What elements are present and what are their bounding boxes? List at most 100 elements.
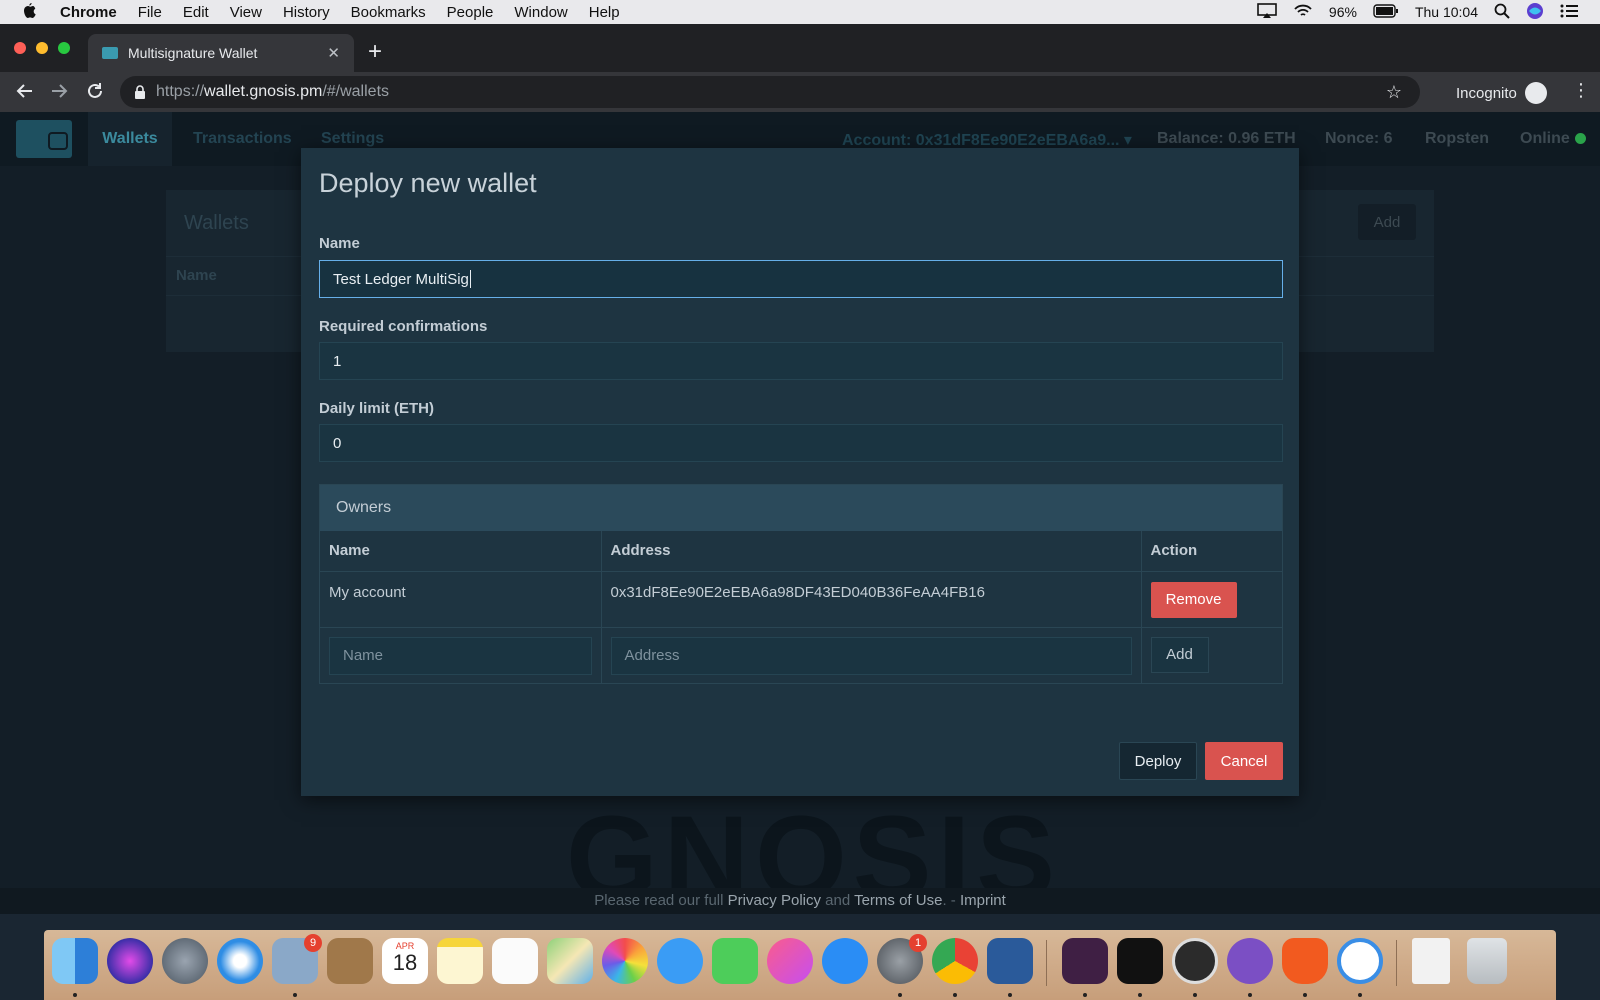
back-arrow-icon[interactable] — [16, 82, 34, 104]
launchpad-rocket-icon[interactable] — [162, 938, 208, 984]
menu-bookmarks[interactable]: Bookmarks — [351, 4, 426, 21]
url-scheme: https:// — [156, 83, 205, 100]
browser-tab-active[interactable]: Multisignature Wallet ✕ — [88, 34, 354, 72]
new-owner-address-input[interactable]: Address — [610, 636, 1132, 675]
system-preferences-gear-icon[interactable]: 1 — [877, 934, 927, 984]
photos-icon[interactable] — [602, 938, 648, 984]
messages-icon[interactable] — [657, 938, 703, 984]
brave-lion-icon[interactable] — [1282, 938, 1328, 984]
wallet-name-input[interactable]: Test Ledger MultiSig — [319, 260, 1283, 298]
add-owner-button[interactable]: Add — [1150, 636, 1209, 673]
github-desktop-icon[interactable] — [1227, 938, 1273, 984]
deploy-button[interactable]: Deploy — [1119, 742, 1197, 780]
menu-edit[interactable]: Edit — [183, 4, 209, 21]
mail-icon[interactable]: 9 — [272, 934, 322, 984]
url-path: /#/wallets — [322, 83, 390, 100]
contacts-icon[interactable] — [327, 938, 373, 984]
nav-settings[interactable]: Settings — [321, 130, 384, 148]
footer-prefix: Please read our full — [594, 892, 728, 909]
address-bar[interactable]: https://wallet.gnosis.pm/#/wallets ☆ — [120, 76, 1420, 108]
text-caret — [469, 270, 471, 288]
battery-icon[interactable] — [1373, 3, 1399, 21]
chrome-icon[interactable] — [932, 938, 978, 984]
online-status-label: Online — [1520, 130, 1570, 147]
siri-dock-icon[interactable] — [107, 938, 153, 984]
nav-transactions[interactable]: Transactions — [193, 130, 292, 148]
new-owner-row: Name Address Add — [320, 627, 1282, 683]
trash-icon[interactable] — [1467, 938, 1507, 984]
required-confirmations-input[interactable]: 1 — [319, 342, 1283, 380]
menu-help[interactable]: Help — [589, 4, 620, 21]
safari-compass-icon[interactable] — [217, 938, 263, 984]
spotlight-search-icon[interactable] — [1494, 3, 1510, 22]
add-wallet-button[interactable]: Add — [1358, 204, 1416, 240]
facetime-icon[interactable] — [712, 938, 758, 984]
calendar-icon[interactable]: APR 18 — [382, 938, 428, 984]
sync-app-icon[interactable] — [1337, 938, 1383, 984]
macos-dock: 9 APR 18 1 — [44, 930, 1556, 1000]
siri-icon[interactable] — [1526, 2, 1544, 23]
lock-icon[interactable] — [134, 85, 146, 99]
remove-owner-button[interactable]: Remove — [1150, 581, 1237, 618]
app-store-icon[interactable] — [822, 938, 868, 984]
url-host: wallet.gnosis.pm — [204, 83, 323, 100]
new-owner-name-input[interactable]: Name — [329, 636, 592, 675]
name-label: Name — [319, 235, 360, 252]
macos-menubar: Chrome File Edit View History Bookmarks … — [0, 0, 1600, 24]
maps-icon[interactable] — [547, 938, 593, 984]
nav-wallets[interactable]: Wallets — [88, 112, 172, 166]
wallet-logo-icon[interactable] — [16, 120, 72, 158]
prefs-badge: 1 — [909, 934, 927, 952]
network-display: Ropsten — [1425, 130, 1489, 147]
notes-icon[interactable] — [437, 938, 483, 984]
terminal-icon[interactable] — [1117, 938, 1163, 984]
cancel-button[interactable]: Cancel — [1205, 742, 1283, 780]
bookmark-star-icon[interactable]: ☆ — [1386, 82, 1402, 103]
menu-view[interactable]: View — [230, 4, 262, 21]
terms-of-use-link[interactable]: Terms of Use — [854, 892, 942, 909]
menu-file[interactable]: File — [138, 4, 162, 21]
running-indicator — [953, 993, 957, 997]
itunes-music-icon[interactable] — [767, 938, 813, 984]
vscode-icon[interactable] — [987, 938, 1033, 984]
wifi-icon[interactable] — [1293, 3, 1313, 22]
privacy-policy-link[interactable]: Privacy Policy — [728, 892, 821, 909]
nonce-display: Nonce: 6 — [1325, 130, 1393, 147]
browser-toolbar: https://wallet.gnosis.pm/#/wallets ☆ Inc… — [0, 72, 1600, 112]
dock-separator — [1396, 940, 1397, 986]
document-stack-icon[interactable] — [1412, 938, 1450, 984]
menu-app-chrome[interactable]: Chrome — [60, 4, 117, 21]
daily-limit-label: Daily limit (ETH) — [319, 400, 435, 417]
incognito-label: Incognito — [1456, 84, 1517, 102]
reload-icon[interactable] — [86, 82, 104, 104]
menu-window[interactable]: Window — [514, 4, 567, 21]
wire-app-icon[interactable] — [1172, 938, 1218, 984]
mail-badge: 9 — [304, 934, 322, 952]
menu-history[interactable]: History — [283, 4, 330, 21]
imprint-link[interactable]: Imprint — [960, 892, 1006, 909]
notification-center-icon[interactable] — [1560, 3, 1578, 22]
slack-icon[interactable] — [1062, 938, 1108, 984]
new-tab-plus-icon[interactable]: + — [368, 40, 382, 64]
apple-menu-icon[interactable] — [22, 3, 42, 21]
deploy-wallet-modal: Deploy new wallet Name Test Ledger Multi… — [301, 148, 1299, 796]
window-zoom-button[interactable] — [58, 42, 70, 54]
reminders-icon[interactable] — [492, 938, 538, 984]
daily-limit-input[interactable]: 0 — [319, 424, 1283, 462]
menubar-clock[interactable]: Thu 10:04 — [1415, 4, 1478, 20]
tab-close-icon[interactable]: ✕ — [327, 44, 340, 62]
incognito-indicator[interactable]: Incognito — [1456, 82, 1547, 104]
account-selector[interactable]: Account: 0x31dF8Ee90E2eEBA6a9... ▾ — [842, 130, 1132, 150]
airplay-icon[interactable] — [1257, 2, 1277, 22]
tab-title: Multisignature Wallet — [128, 45, 258, 61]
forward-arrow-icon[interactable] — [50, 82, 68, 104]
finder-icon[interactable] — [52, 938, 98, 984]
battery-percent: 96% — [1328, 4, 1357, 20]
window-close-button[interactable] — [14, 42, 26, 54]
table-row: My account 0x31dF8Ee90E2eEBA6a98DF43ED04… — [320, 571, 1282, 628]
browser-menu-kebab-icon[interactable]: ⋮ — [1572, 80, 1590, 101]
running-indicator — [1358, 993, 1362, 997]
window-minimize-button[interactable] — [36, 42, 48, 54]
menu-people[interactable]: People — [447, 4, 494, 21]
running-indicator — [1008, 993, 1012, 997]
